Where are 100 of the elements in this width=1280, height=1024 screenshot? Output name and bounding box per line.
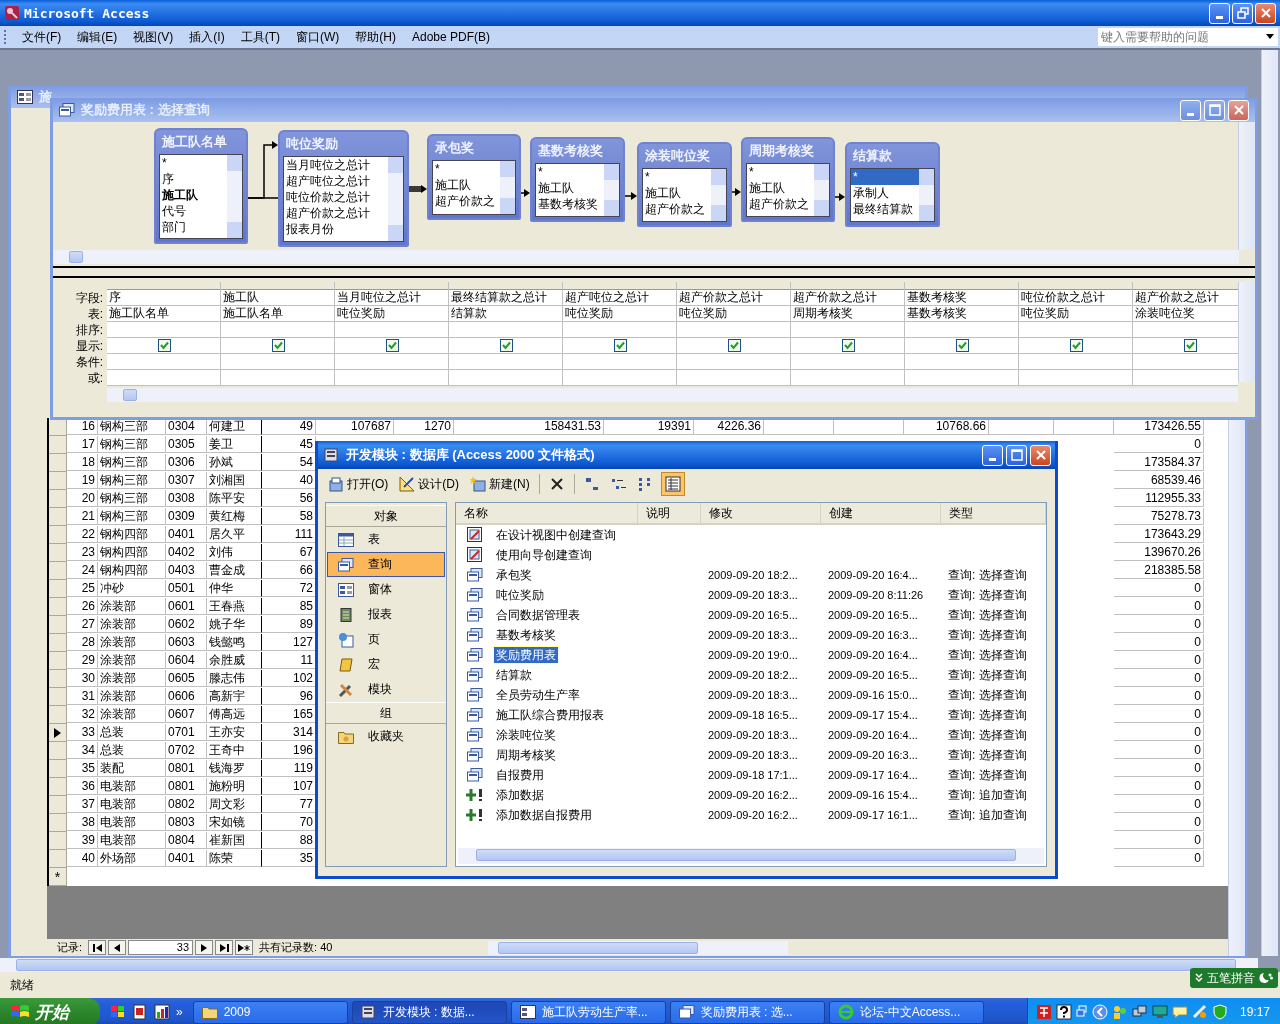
query-name[interactable]: 合同数据管理表 (494, 606, 582, 623)
field-item[interactable]: 超产吨位之总计 (284, 173, 388, 189)
show-checkbox[interactable] (842, 339, 855, 352)
table-field-list[interactable]: 基数考核奖 * 施工队 基数考核奖 (530, 137, 625, 222)
table-cell[interactable]: 结算款 (449, 306, 562, 322)
column-selector[interactable] (905, 282, 1018, 290)
field-cell[interactable]: 超产价款之总计 (791, 290, 904, 306)
field-item[interactable]: 超产价款之总计 (284, 205, 388, 221)
minimize-button[interactable] (982, 444, 1003, 466)
vertical-scrollbar[interactable] (919, 169, 934, 221)
group-item[interactable]: 收藏夹 (327, 724, 445, 749)
people-icon[interactable] (1111, 1004, 1128, 1020)
menu-item[interactable]: 帮助(H) (348, 26, 403, 48)
column-header[interactable]: 修改 (701, 503, 821, 523)
field-item[interactable]: 报表月份 (284, 221, 388, 237)
start-button[interactable]: 开始 (0, 998, 100, 1024)
input-method-icon[interactable] (1035, 1004, 1052, 1020)
object-type-item[interactable]: 查询 (327, 552, 445, 577)
new-record-button[interactable] (235, 940, 254, 955)
input-method-bar[interactable]: 五笔拼音 (1190, 968, 1278, 988)
groups-header[interactable]: 组 (326, 702, 446, 724)
object-type-item[interactable]: 宏 (327, 652, 445, 677)
show-checkbox[interactable] (158, 339, 171, 352)
field-item[interactable]: 当月吨位之总计 (284, 157, 388, 173)
table-cell[interactable]: 基数考核奖 (905, 306, 1018, 322)
vertical-scrollbar[interactable] (1261, 50, 1278, 956)
vertical-scrollbar[interactable] (1238, 282, 1255, 382)
vertical-scrollbar[interactable] (711, 169, 726, 221)
query-name[interactable]: 施工队综合费用报表 (494, 706, 606, 723)
field-item[interactable]: * (747, 164, 814, 180)
table-cell[interactable]: 施工队名单 (107, 306, 220, 322)
column-header[interactable]: 说明 (638, 503, 701, 523)
close-button[interactable] (1255, 2, 1276, 24)
field-cell[interactable]: 吨位价款之总计 (1019, 290, 1132, 306)
field-item[interactable]: * (643, 169, 711, 185)
field-item[interactable]: 施工队 (160, 187, 227, 203)
field-item[interactable]: * (536, 164, 604, 180)
field-item[interactable]: 吨位价款之总计 (284, 189, 388, 205)
column-header[interactable]: 类型 (941, 503, 1046, 523)
column-selector[interactable] (677, 282, 790, 290)
table-cell[interactable]: 吨位奖励 (1019, 306, 1132, 322)
first-record-button[interactable] (88, 940, 107, 955)
taskbar-button[interactable]: 施工队劳动生产率... (510, 1000, 666, 1024)
vertical-scrollbar[interactable] (1238, 122, 1255, 250)
shield-icon[interactable] (1211, 1004, 1228, 1020)
field-item[interactable]: 部门 (160, 219, 227, 235)
taskbar-button[interactable]: 2009 (192, 1000, 348, 1024)
column-header[interactable]: 创建 (821, 503, 941, 523)
new-button[interactable]: 新建(N) (466, 472, 534, 496)
object-type-item[interactable]: 报表 (327, 602, 445, 627)
query-name[interactable]: 奖励费用表 (494, 646, 558, 663)
monitor-icon[interactable] (1151, 1004, 1168, 1020)
object-type-item[interactable]: 模块 (327, 677, 445, 702)
details-view-button[interactable] (660, 472, 685, 496)
restore-button[interactable] (1232, 2, 1253, 24)
column-selector[interactable] (1019, 282, 1132, 290)
field-cell[interactable]: 施工队 (221, 290, 334, 306)
minimize-button[interactable] (1180, 99, 1201, 121)
table-cell[interactable]: 吨位奖励 (677, 306, 790, 322)
field-item[interactable]: 施工队 (643, 185, 711, 201)
query-name[interactable]: 涂装吨位奖 (494, 726, 558, 743)
vertical-scrollbar[interactable] (604, 164, 619, 216)
pane-splitter[interactable] (53, 266, 1255, 278)
table-cell[interactable]: 吨位奖励 (563, 306, 676, 322)
query-name[interactable]: 使用向导创建查询 (494, 546, 594, 563)
menu-item[interactable]: 文件(F) (15, 26, 69, 48)
field-item[interactable]: 超产价款之 (747, 196, 814, 212)
maximize-button[interactable] (1204, 99, 1225, 121)
show-checkbox[interactable] (500, 339, 513, 352)
taskbar-button[interactable]: 奖励费用表 : 选... (669, 1000, 825, 1024)
record-number-field[interactable]: 33 (128, 940, 194, 955)
show-checkbox[interactable] (386, 339, 399, 352)
query-name[interactable]: 添加数据自报费用 (494, 806, 594, 823)
table-field-list[interactable]: 涂装吨位奖 * 施工队 超产价款之 (637, 142, 732, 227)
table-field-list[interactable]: 吨位奖励 当月吨位之总计 超产吨位之总计 吨位价款之总计 超产价款之总计 报表月份 (278, 130, 409, 247)
chevron-left-icon[interactable] (1091, 1004, 1108, 1020)
table-field-list[interactable]: 周期考核奖 * 施工队 超产价款之 (741, 137, 835, 222)
maximize-button[interactable] (1006, 444, 1027, 466)
speech-bubble-icon[interactable] (1171, 1004, 1188, 1020)
menu-item[interactable]: 插入(I) (182, 26, 232, 48)
query-name[interactable]: 在设计视图中创建查询 (494, 526, 618, 543)
menu-item[interactable]: 窗口(W) (289, 26, 347, 48)
row-selector[interactable] (49, 724, 67, 742)
field-item[interactable]: 超产价款之 (643, 201, 711, 217)
satellite-icon[interactable] (1191, 1004, 1208, 1020)
table-field-list[interactable]: 施工队名单 * 序 施工队 代号 部门 (154, 128, 248, 244)
more-button[interactable]: » (176, 1005, 183, 1019)
query-name[interactable]: 结算款 (494, 666, 534, 683)
column-header[interactable]: 名称 (456, 503, 638, 523)
last-record-button[interactable] (215, 940, 234, 955)
query-name[interactable]: 承包奖 (494, 566, 534, 583)
object-type-item[interactable]: 窗体 (327, 577, 445, 602)
field-item[interactable]: * (433, 161, 500, 177)
query-name[interactable]: 基数考核奖 (494, 626, 558, 643)
design-button[interactable]: 设计(D) (395, 472, 463, 496)
vertical-scrollbar[interactable] (500, 161, 515, 214)
column-selector[interactable] (221, 282, 334, 290)
field-item[interactable]: 最终结算款 (851, 201, 919, 217)
horizontal-scrollbar[interactable] (53, 250, 1239, 264)
help-icon[interactable] (1055, 1004, 1072, 1020)
